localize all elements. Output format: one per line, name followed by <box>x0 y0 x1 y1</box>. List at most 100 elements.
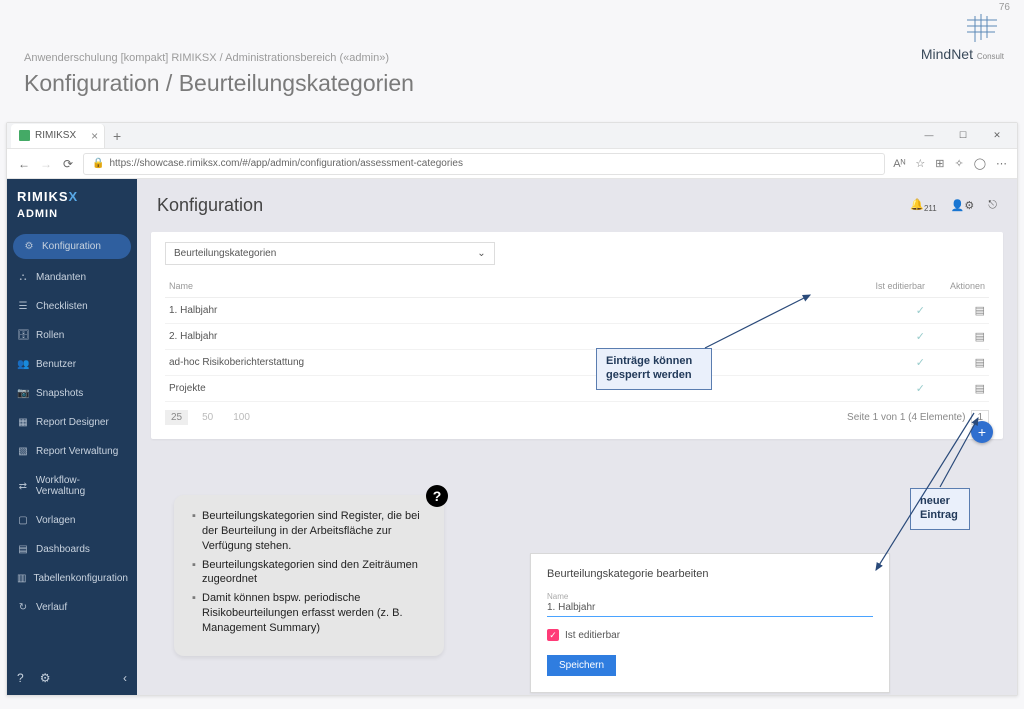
workflow-icon: ⇄ <box>17 481 29 492</box>
categories-table: Name Ist editierbar Aktionen 1. Halbjahr… <box>165 275 989 402</box>
designer-icon: ▦ <box>17 417 29 428</box>
chevron-down-icon: ⌄ <box>477 248 485 259</box>
window-maximize-icon[interactable]: ☐ <box>949 130 977 141</box>
sidebar-item-workflow[interactable]: ⇄Workflow-Verwaltung <box>7 466 137 506</box>
sidebar-item-checklisten[interactable]: ☰Checklisten <box>7 292 137 321</box>
lock-icon: 🔒 <box>92 158 104 169</box>
category-select[interactable]: Beurteilungskategorien ⌄ <box>165 242 495 265</box>
favicon-icon <box>19 130 30 141</box>
extensions-icon[interactable]: ✧ <box>954 157 963 170</box>
pager: 25 50 100 Seite 1 von 1 (4 Elemente) 1 <box>165 410 989 425</box>
sidebar-item-rollen[interactable]: 🗄Rollen <box>7 321 137 350</box>
url-text: https://showcase.rimiksx.com/#/app/admin… <box>109 158 463 169</box>
browser-tab[interactable]: RIMIKSX × <box>11 124 105 148</box>
close-tab-icon[interactable]: × <box>91 129 98 143</box>
profile-icon[interactable]: ◯ <box>974 157 986 170</box>
config-card: Beurteilungskategorien ⌄ Name Ist editie… <box>151 232 1003 439</box>
slide-breadcrumb: Anwenderschulung [kompakt] RIMIKSX / Adm… <box>24 52 1000 64</box>
tenant-icon: ⛬ <box>17 272 29 283</box>
notifications-button[interactable]: 🔔211 <box>910 198 936 213</box>
row-action-icon[interactable]: ▤ <box>975 357 985 369</box>
field-label-name: Name <box>547 592 873 601</box>
user-settings-icon[interactable]: 👤⚙ <box>951 199 975 212</box>
gear-icon: ⚙ <box>23 241 35 252</box>
tablecfg-icon: ▥ <box>17 573 26 584</box>
address-bar[interactable]: 🔒 https://showcase.rimiksx.com/#/app/adm… <box>83 153 885 175</box>
help-item: Beurteilungskategorien sind den Zeiträum… <box>202 558 426 588</box>
slide-page-number: 76 <box>999 2 1010 13</box>
check-icon: ✓ <box>916 383 925 395</box>
col-name[interactable]: Name <box>165 275 710 298</box>
cell-name: 2. Halbjahr <box>165 324 710 350</box>
camera-icon: 📷 <box>17 388 29 399</box>
slide-title: Konfiguration / Beurteilungskategorien <box>24 70 1000 97</box>
nav-forward-icon[interactable]: → <box>39 157 53 171</box>
collapse-sidebar-icon[interactable]: ‹ <box>123 671 127 685</box>
col-editable[interactable]: Ist editierbar <box>710 275 929 298</box>
nav-reload-icon[interactable]: ⟳ <box>61 157 75 171</box>
table-row[interactable]: 2. Halbjahr ✓ ▤ <box>165 324 989 350</box>
help-item: Beurteilungskategorien sind Register, di… <box>202 509 426 554</box>
help-question-icon: ? <box>426 485 448 507</box>
help-icon[interactable]: ? <box>17 671 24 685</box>
help-panel: ? Beurteilungskategorien sind Register, … <box>174 495 444 656</box>
settings-icon[interactable]: ⚙ <box>40 671 51 685</box>
read-aloud-icon[interactable]: Aᴺ <box>893 158 905 170</box>
favorites-icon[interactable]: ☆ <box>915 157 925 170</box>
col-actions: Aktionen <box>929 275 989 298</box>
page-size-100[interactable]: 100 <box>227 410 256 425</box>
sidebar-item-tabellenkonfiguration[interactable]: ▥Tabellenkonfiguration <box>7 564 137 593</box>
row-action-icon[interactable]: ▤ <box>975 383 985 395</box>
menu-icon[interactable]: ⋯ <box>996 157 1007 170</box>
check-icon: ✓ <box>916 357 925 369</box>
row-action-icon[interactable]: ▤ <box>975 331 985 343</box>
sidebar-item-benutzer[interactable]: 👥Benutzer <box>7 350 137 379</box>
roles-icon: 🗄 <box>17 330 29 341</box>
cell-name: 1. Halbjahr <box>165 298 710 324</box>
window-close-icon[interactable]: ✕ <box>983 130 1011 141</box>
sidebar-role: ADMIN <box>7 208 137 230</box>
logout-icon[interactable]: ⎋ <box>988 199 997 212</box>
edit-dialog-title: Beurteilungskategorie bearbeiten <box>547 568 873 580</box>
users-icon: 👥 <box>17 359 29 370</box>
sidebar-item-verlauf[interactable]: ↻Verlauf <box>7 593 137 622</box>
sidebar-item-vorlagen[interactable]: ▢Vorlagen <box>7 506 137 535</box>
callout-new-entry: neuer Eintrag <box>910 488 970 530</box>
sidebar-item-snapshots[interactable]: 📷Snapshots <box>7 379 137 408</box>
new-tab-button[interactable]: + <box>105 128 129 144</box>
browser-tab-strip: RIMIKSX × + — ☐ ✕ <box>7 123 1017 149</box>
name-input[interactable]: 1. Halbjahr <box>547 602 873 617</box>
page-size-25[interactable]: 25 <box>165 410 188 425</box>
sidebar: RIMIKSX ADMIN ⚙Konfiguration ⛬Mandanten … <box>7 179 137 695</box>
check-icon: ✓ <box>916 305 925 317</box>
nav-back-icon[interactable]: ← <box>17 157 31 171</box>
templates-icon: ▢ <box>17 515 29 526</box>
edit-dialog: Beurteilungskategorie bearbeiten Name 1.… <box>530 553 890 693</box>
sidebar-item-konfiguration[interactable]: ⚙Konfiguration <box>13 234 131 259</box>
history-icon: ↻ <box>17 602 29 613</box>
sidebar-item-dashboards[interactable]: ▤Dashboards <box>7 535 137 564</box>
dashboard-icon: ▤ <box>17 544 29 555</box>
check-icon: ✓ <box>916 331 925 343</box>
window-minimize-icon[interactable]: — <box>915 130 943 141</box>
sidebar-product: RIMIKSX <box>7 179 137 208</box>
page-title: Konfiguration <box>157 195 263 216</box>
sidebar-item-report-designer[interactable]: ▦Report Designer <box>7 408 137 437</box>
table-row[interactable]: 1. Halbjahr ✓ ▤ <box>165 298 989 324</box>
table-row[interactable]: ad-hoc Risikoberichterstattung✓▤ <box>165 350 989 376</box>
sidebar-item-mandanten[interactable]: ⛬Mandanten <box>7 263 137 292</box>
checkbox-label: Ist editierbar <box>565 630 620 641</box>
save-button[interactable]: Speichern <box>547 655 616 676</box>
help-item: Damit können bspw. periodische Risikobeu… <box>202 591 426 636</box>
page-size-50[interactable]: 50 <box>196 410 219 425</box>
row-action-icon[interactable]: ▤ <box>975 305 985 317</box>
reports-icon: ▧ <box>17 446 29 457</box>
callout-lock: Einträge können gesperrt werden <box>596 348 712 390</box>
list-icon: ☰ <box>17 301 29 312</box>
collections-icon[interactable]: ⊞ <box>935 157 944 170</box>
editable-checkbox[interactable]: ✓ <box>547 629 559 641</box>
tab-title: RIMIKSX <box>35 130 76 141</box>
table-row[interactable]: Projekte✓▤ <box>165 376 989 402</box>
sidebar-item-report-verwaltung[interactable]: ▧Report Verwaltung <box>7 437 137 466</box>
add-entry-button[interactable]: + <box>971 421 993 443</box>
